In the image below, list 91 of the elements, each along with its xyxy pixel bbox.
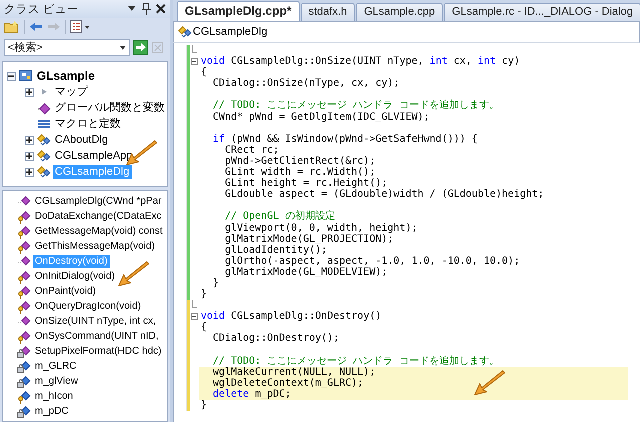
code-line: glLoadIdentity(); <box>224 244 328 256</box>
code-line: { <box>200 67 208 78</box>
dropdown-icon[interactable] <box>128 6 136 12</box>
panel-title: クラス ビュー <box>4 2 80 16</box>
file-tab[interactable]: GLsample.cpp <box>356 3 444 21</box>
member-item[interactable]: m_hIcon <box>33 390 76 403</box>
search-field[interactable]: <検索> <box>4 39 130 56</box>
method-icon <box>17 194 31 208</box>
method-icon <box>17 240 31 254</box>
code-line: // OpenGL の初期設定 <box>224 211 336 222</box>
method-icon <box>17 224 31 238</box>
tree-item[interactable]: CAboutDlg <box>53 133 110 147</box>
field-icon <box>17 360 31 374</box>
lines-icon <box>37 117 51 131</box>
code-line: // TODO: ここにメッセージ ハンドラ コードを追加します。 <box>212 100 500 112</box>
class-icon <box>37 133 51 147</box>
member-item[interactable]: m_GLRC <box>33 360 79 373</box>
code-line: // TODO: ここにメッセージ ハンドラ コードを追加します。 <box>212 356 500 367</box>
member-item[interactable]: SetupPixelFormat(HDC hdc) <box>33 345 164 358</box>
member-item[interactable]: OnQueryDragIcon(void) <box>33 300 144 313</box>
code-line: CDialog::OnSize(nType, cx, cy); <box>212 78 401 90</box>
scope-bar[interactable]: CGLsampleDlg <box>173 21 640 43</box>
scope-label: CGLsampleDlg <box>193 26 268 38</box>
tree-item[interactable]: グローバル関数と変数 <box>53 101 167 115</box>
collapse-icon[interactable] <box>191 58 198 66</box>
member-item[interactable]: OnPaint(void) <box>33 285 98 298</box>
project-icon <box>19 69 33 83</box>
tree-item[interactable]: マクロと定数 <box>53 117 123 131</box>
method-icon <box>17 314 31 328</box>
method-icon <box>17 254 31 268</box>
code-line: void CGLsampleDlg::OnDestroy() <box>200 311 383 322</box>
code-line: glMatrixMode(GL_MODELVIEW); <box>224 266 389 278</box>
collapse-icon[interactable] <box>191 313 198 320</box>
pin-icon[interactable] <box>141 3 151 15</box>
expand-icon[interactable] <box>25 88 34 96</box>
expand-icon[interactable] <box>25 136 34 144</box>
member-item[interactable]: DoDataExchange(CDataExc <box>33 210 164 223</box>
class-icon <box>37 149 51 163</box>
code-line: glMatrixMode(GL_PROJECTION); <box>224 234 395 245</box>
method-icon <box>17 344 31 358</box>
code-line: GLint height = rc.Height(); <box>224 178 388 190</box>
member-item[interactable]: OnSize(UINT nType, int cx, <box>33 315 158 328</box>
arrow-icon <box>116 259 150 289</box>
close-icon[interactable] <box>156 4 166 14</box>
back-arrow-icon[interactable] <box>29 21 43 33</box>
field-icon <box>17 374 31 388</box>
code-line: } <box>212 278 220 290</box>
code-line: } <box>200 400 208 412</box>
member-item[interactable]: OnSysCommand(UINT nID, <box>33 330 161 343</box>
class-icon <box>37 165 51 179</box>
class-icon <box>178 25 192 39</box>
method-icon <box>17 270 31 284</box>
code-line: CWnd* pWnd = GetDlgItem(IDC_GLVIEW); <box>212 112 431 123</box>
method-icon <box>17 284 31 298</box>
code-area[interactable] <box>173 43 640 422</box>
code-line: } <box>200 289 208 300</box>
method-icon <box>17 330 31 344</box>
code-line: { <box>200 322 208 334</box>
tree-item[interactable]: GLsample <box>35 69 98 83</box>
arrow-icon <box>472 368 506 398</box>
member-item[interactable]: OnInitDialog(void) <box>33 270 118 283</box>
code-line: glViewport(0, 0, width, height); <box>224 222 419 234</box>
code-line: if (pWnd && IsWindow(pWnd->GetSafeHwnd())) { <box>212 134 479 145</box>
member-item[interactable]: GetMessageMap(void) const <box>33 225 165 238</box>
go-arrow-icon[interactable] <box>133 40 148 55</box>
member-item[interactable]: m_pDC <box>33 405 71 418</box>
field-icon <box>17 390 31 404</box>
fold-end-icon <box>191 300 198 312</box>
field-icon <box>17 404 31 418</box>
tree-item[interactable]: マップ <box>53 85 90 99</box>
list-options-icon[interactable] <box>70 20 92 34</box>
file-tab[interactable]: GLsampleDlg.cpp* <box>177 1 300 21</box>
member-item[interactable]: m_glView <box>33 375 80 388</box>
collapse-icon[interactable] <box>7 72 16 80</box>
code-line: void CGLsampleDlg::OnSize(UINT nType, int cx, int cy) <box>200 56 522 68</box>
fold-end-icon <box>191 45 198 56</box>
file-tab[interactable]: stdafx.h <box>300 3 356 21</box>
method-icon <box>17 300 31 314</box>
file-tab[interactable]: GLsample.rc - ID..._DIALOG - Dialog <box>444 3 640 21</box>
code-line: CDialog::OnDestroy(); <box>212 333 340 345</box>
code-line: pWnd->GetClientRect(&rc); <box>224 156 377 168</box>
method-icon <box>17 210 31 224</box>
expand-icon[interactable] <box>25 168 34 176</box>
code-line: CRect rc; <box>224 144 280 156</box>
member-item[interactable]: CGLsampleDlg(CWnd *pPar <box>33 195 164 208</box>
code-line: glOrtho(-aspect, aspect, -1.0, 1.0, -10.0, 10.0); <box>224 256 522 267</box>
code-line: GLdouble aspect = (GLdouble)width / (GLdouble)height; <box>224 189 546 200</box>
member-item[interactable]: GetThisMessageMap(void) <box>33 240 158 253</box>
diamond-icon <box>37 101 51 115</box>
code-line: GLint width = rc.Width(); <box>224 167 376 178</box>
expand-icon[interactable] <box>25 152 34 160</box>
